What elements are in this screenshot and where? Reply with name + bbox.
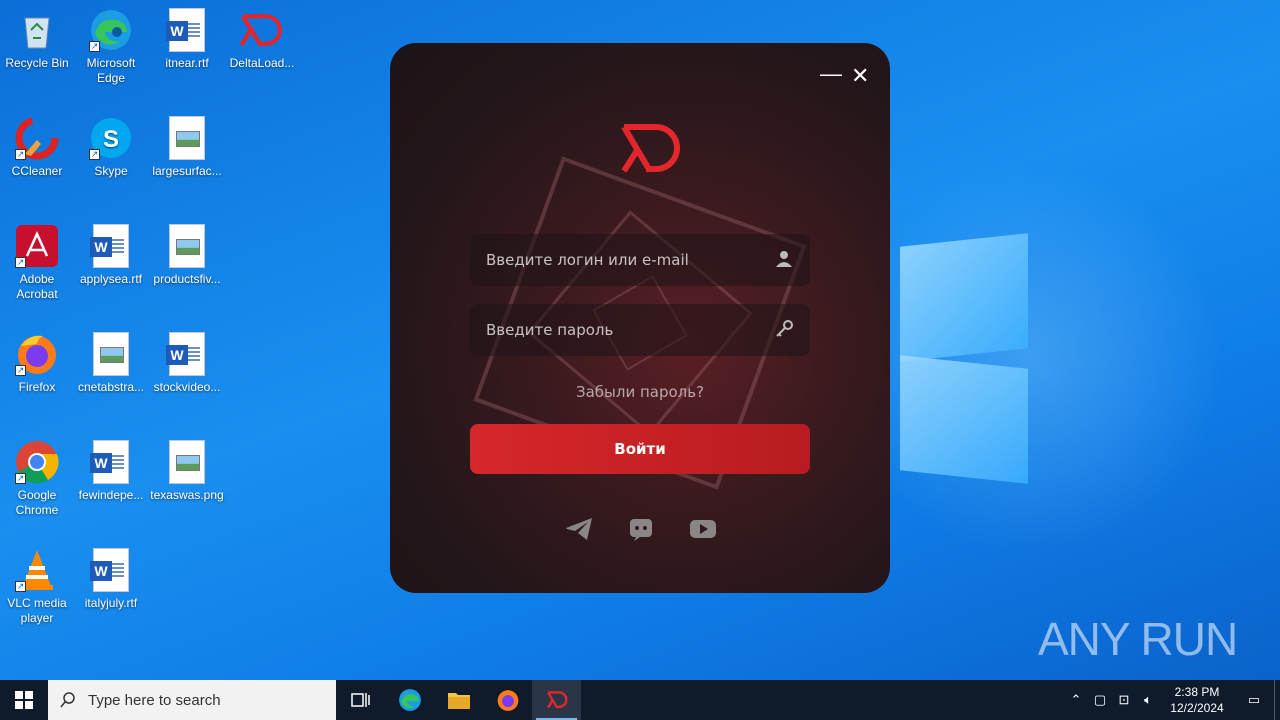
network-icon[interactable]: ⊡ (1112, 692, 1136, 708)
windows-start-icon (15, 691, 33, 709)
password-input[interactable] (486, 321, 774, 339)
taskbar-file-explorer-button[interactable] (434, 680, 483, 720)
desktop-icon-ccleaner[interactable]: ↗ CCleaner (0, 116, 74, 179)
desktop-icon-productsfiv[interactable]: productsfiv... (150, 224, 224, 287)
desktop-icon-fewindepe[interactable]: W fewindepe... (74, 440, 148, 503)
image-file-icon (165, 116, 209, 160)
desktop-icon-label: Recycle Bin (5, 56, 69, 70)
taskbar-clock[interactable]: 2:38 PM 12/2/2024 (1160, 684, 1234, 716)
system-tray: ⌃ ▢ ⊡ 🔈︎ 2:38 PM 12/2/2024 ▭ (1064, 680, 1280, 720)
desktop-icon-skype[interactable]: S ↗ Skype (74, 116, 148, 179)
word-document-icon: W (89, 548, 133, 592)
forgot-password-link[interactable]: Забыли пароль? (390, 383, 890, 401)
youtube-icon[interactable] (688, 516, 718, 542)
image-file-icon (165, 224, 209, 268)
desktop-icon-recycle-bin[interactable]: Recycle Bin (0, 8, 74, 71)
edge-icon: ↗ (89, 8, 133, 52)
image-file-icon (165, 440, 209, 484)
desktop-icon-label: itnear.rtf (165, 56, 209, 70)
login-input[interactable] (486, 251, 774, 269)
firefox-icon: ↗ (15, 332, 59, 376)
close-button[interactable]: ✕ (851, 63, 869, 89)
desktop-icon-label: texaswas.png (150, 488, 224, 502)
desktop-icon-google-chrome[interactable]: ↗ Google Chrome (0, 440, 74, 518)
adobe-acrobat-icon: ↗ (15, 224, 59, 268)
clock-date: 12/2/2024 (1170, 701, 1224, 715)
desktop-icon-label: Google Chrome (15, 488, 59, 517)
volume-icon[interactable]: 🔈︎ (1136, 692, 1160, 708)
discord-icon[interactable] (626, 516, 656, 542)
word-document-icon: W (89, 224, 133, 268)
desktop-icon-stockvideo[interactable]: W stockvideo... (150, 332, 224, 395)
deltaload-login-window: — ✕ Забыли пароль? Войти (390, 43, 890, 593)
taskbar-edge-button[interactable] (385, 680, 434, 720)
clock-time: 2:38 PM (1174, 685, 1220, 699)
deltaload-logo-icon (546, 691, 567, 709)
image-file-icon (89, 332, 133, 376)
desktop-icon-adobe-acrobat[interactable]: ↗ Adobe Acrobat (0, 224, 74, 302)
taskbar: Type here to search ⌃ ▢ ⊡ 🔈︎ 2:38 PM 12/… (0, 680, 1280, 720)
deltaload-logo-icon (239, 8, 284, 52)
task-view-button[interactable] (336, 680, 385, 720)
desktop-icon-texaswas[interactable]: texaswas.png (150, 440, 224, 503)
desktop-icon-italyjuly[interactable]: W italyjuly.rtf (74, 548, 148, 611)
search-placeholder: Type here to search (88, 691, 221, 709)
user-icon (774, 250, 794, 270)
desktop-icon-applysea[interactable]: W applysea.rtf (74, 224, 148, 287)
task-view-icon (350, 693, 370, 707)
desktop-icon-label: applysea.rtf (79, 272, 143, 286)
chevron-up-icon[interactable]: ⌃ (1064, 692, 1088, 708)
svg-text:S: S (103, 126, 119, 153)
chrome-icon: ↗ (15, 440, 59, 484)
login-button[interactable]: Войти (470, 424, 810, 474)
meet-now-icon[interactable]: ▢ (1088, 692, 1112, 708)
minimize-button[interactable]: — (820, 61, 842, 87)
desktop-icon-label: VLC media player (7, 596, 67, 625)
deltaload-logo (618, 121, 682, 177)
login-field[interactable] (470, 234, 810, 286)
desktop-icon-vlc[interactable]: ↗ VLC media player (0, 548, 74, 626)
desktop-icon-label: CCleaner (11, 164, 63, 178)
word-document-icon: W (165, 332, 209, 376)
desktop-icon-label: largesurfac... (152, 164, 222, 178)
skype-icon: S ↗ (89, 116, 133, 160)
word-document-icon: W (165, 8, 209, 52)
desktop-icon-firefox[interactable]: ↗ Firefox (0, 332, 74, 395)
edge-icon (398, 689, 421, 711)
windows-logo-wallpaper (880, 233, 1030, 484)
desktop-icon-label: fewindepe... (78, 488, 144, 502)
notifications-icon[interactable]: ▭ (1234, 692, 1274, 708)
desktop-icon-label: Firefox (18, 380, 56, 394)
desktop-icon-itnear[interactable]: W itnear.rtf (150, 8, 224, 71)
telegram-icon[interactable] (564, 516, 594, 542)
key-icon (774, 320, 794, 340)
taskbar-deltaload-button[interactable] (532, 680, 581, 720)
taskbar-firefox-button[interactable] (483, 680, 532, 720)
desktop-icon-label: Microsoft Edge (86, 56, 136, 85)
desktop-icon-label: cnetabstra... (77, 380, 145, 394)
start-button[interactable] (0, 680, 48, 720)
search-icon (60, 692, 75, 708)
word-document-icon: W (89, 440, 133, 484)
desktop-icon-label: productsfiv... (153, 272, 221, 286)
desktop-icon-label: Adobe Acrobat (16, 272, 58, 301)
desktop-icon-label: italyjuly.rtf (84, 596, 138, 610)
taskbar-search-box[interactable]: Type here to search (48, 680, 336, 720)
vlc-icon: ↗ (15, 548, 59, 592)
recycle-bin-icon (15, 8, 59, 52)
desktop-icon-label: DeltaLoad... (229, 56, 295, 70)
desktop-icon-largesurfac[interactable]: largesurfac... (150, 116, 224, 179)
folder-icon (447, 693, 470, 709)
desktop-icon-microsoft-edge[interactable]: ↗ Microsoft Edge (74, 8, 148, 86)
desktop-icon-cnetabstra[interactable]: cnetabstra... (74, 332, 148, 395)
desktop-icon-deltaload[interactable]: DeltaLoad... (225, 8, 299, 71)
anyrun-watermark: ANY RUN (1038, 613, 1238, 665)
desktop-icon-label: stockvideo... (153, 380, 221, 394)
password-field[interactable] (470, 304, 810, 356)
desktop-icon-label: Skype (94, 164, 128, 178)
ccleaner-icon: ↗ (15, 116, 59, 160)
firefox-icon (497, 690, 518, 711)
show-desktop-button[interactable] (1274, 680, 1280, 720)
